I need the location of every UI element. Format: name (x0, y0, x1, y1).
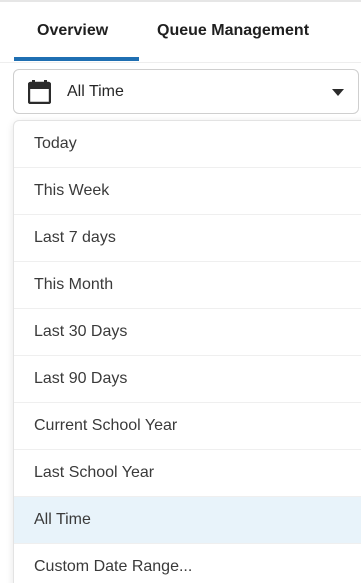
date-range-select[interactable]: All Time (13, 69, 359, 114)
option-custom-date-range[interactable]: Custom Date Range... (14, 544, 361, 583)
option-last-90-days[interactable]: Last 90 Days (14, 356, 361, 403)
option-all-time[interactable]: All Time (14, 497, 361, 544)
page: Overview Queue Management All Time Today… (0, 0, 361, 583)
option-last-school-year[interactable]: Last School Year (14, 450, 361, 497)
date-range-value: All Time (67, 83, 124, 100)
tab-overview[interactable]: Overview (37, 22, 108, 40)
caret-down-icon (332, 89, 344, 96)
option-current-school-year[interactable]: Current School Year (14, 403, 361, 450)
option-today[interactable]: Today (14, 121, 361, 168)
option-this-week[interactable]: This Week (14, 168, 361, 215)
tab-queue-management[interactable]: Queue Management (157, 22, 309, 40)
date-range-dropdown: Today This Week Last 7 days This Month L… (13, 120, 361, 583)
active-tab-indicator (14, 57, 139, 61)
calendar-icon (28, 80, 51, 104)
tab-bar: Overview Queue Management (0, 0, 361, 63)
option-this-month[interactable]: This Month (14, 262, 361, 309)
option-last-30-days[interactable]: Last 30 Days (14, 309, 361, 356)
option-last-7-days[interactable]: Last 7 days (14, 215, 361, 262)
